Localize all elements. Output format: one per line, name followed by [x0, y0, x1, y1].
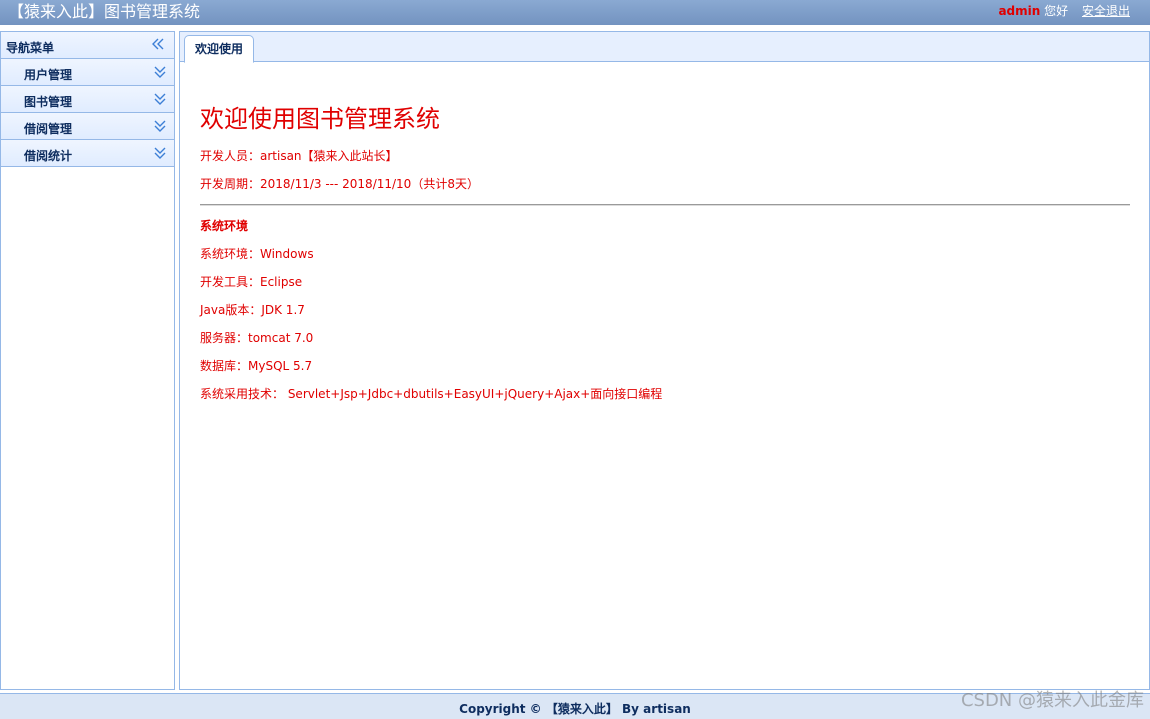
username: admin	[998, 4, 1041, 18]
tab-welcome[interactable]: 欢迎使用	[184, 35, 255, 63]
watermark: CSDN @猿来入此金库	[960, 690, 1144, 711]
tabs-bar: 欢迎使用	[180, 32, 1149, 63]
nav-panel-header: 导航菜单	[1, 32, 174, 59]
nav-item-borrow-management[interactable]: 借阅管理	[1, 113, 174, 140]
welcome-content: 欢迎使用图书管理系统 开发人员：artisan【猿来入此站长】 开发周期：201…	[200, 102, 1130, 414]
env-line: 服务器：tomcat 7.0	[200, 331, 314, 345]
nav-item-book-management[interactable]: 图书管理	[1, 86, 174, 113]
chevron-double-down-icon[interactable]	[152, 91, 168, 107]
app-header: 【猿来入此】图书管理系统 admin 您好 安全退出	[0, 0, 1150, 25]
nav-item-label: 用户管理	[24, 68, 73, 82]
chevron-double-down-icon[interactable]	[152, 145, 168, 161]
welcome-title: 欢迎使用图书管理系统	[200, 105, 440, 133]
env-line: 数据库：MySQL 5.7	[200, 359, 313, 373]
nav-item-borrow-statistics[interactable]: 借阅统计	[1, 140, 174, 167]
logout-link[interactable]: 安全退出	[1082, 4, 1130, 18]
user-area: admin 您好 安全退出	[998, 4, 1130, 19]
period-line: 开发周期：2018/11/3 --- 2018/11/10（共计8天）	[200, 177, 479, 191]
env-line: Java版本：JDK 1.7	[200, 303, 305, 317]
nav-item-label: 借阅统计	[24, 149, 73, 163]
nav-item-label: 图书管理	[24, 95, 73, 109]
main-panel: 欢迎使用 欢迎使用图书管理系统 开发人员：artisan【猿来入此站长】 开发周…	[179, 31, 1150, 690]
collapse-left-icon[interactable]	[150, 36, 166, 52]
section-title: 系统环境	[200, 219, 249, 233]
developer-line: 开发人员：artisan【猿来入此站长】	[200, 149, 398, 163]
chevron-double-down-icon[interactable]	[152, 118, 168, 134]
nav-item-label: 借阅管理	[24, 122, 73, 136]
env-line: 开发工具：Eclipse	[200, 275, 303, 289]
nav-panel: 导航菜单 用户管理 图书管理 借阅管理 借阅统计	[0, 31, 175, 690]
env-line: 系统环境：Windows	[200, 247, 314, 261]
app-title: 【猿来入此】图书管理系统	[8, 2, 201, 21]
env-line: 系统采用技术： Servlet+Jsp+Jdbc+dbutils+EasyUI+…	[200, 387, 663, 401]
nav-panel-title: 导航菜单	[6, 41, 55, 55]
nav-item-user-management[interactable]: 用户管理	[1, 59, 174, 86]
greeting: 您好	[1044, 4, 1069, 18]
chevron-double-down-icon[interactable]	[152, 64, 168, 80]
divider	[200, 204, 1130, 206]
